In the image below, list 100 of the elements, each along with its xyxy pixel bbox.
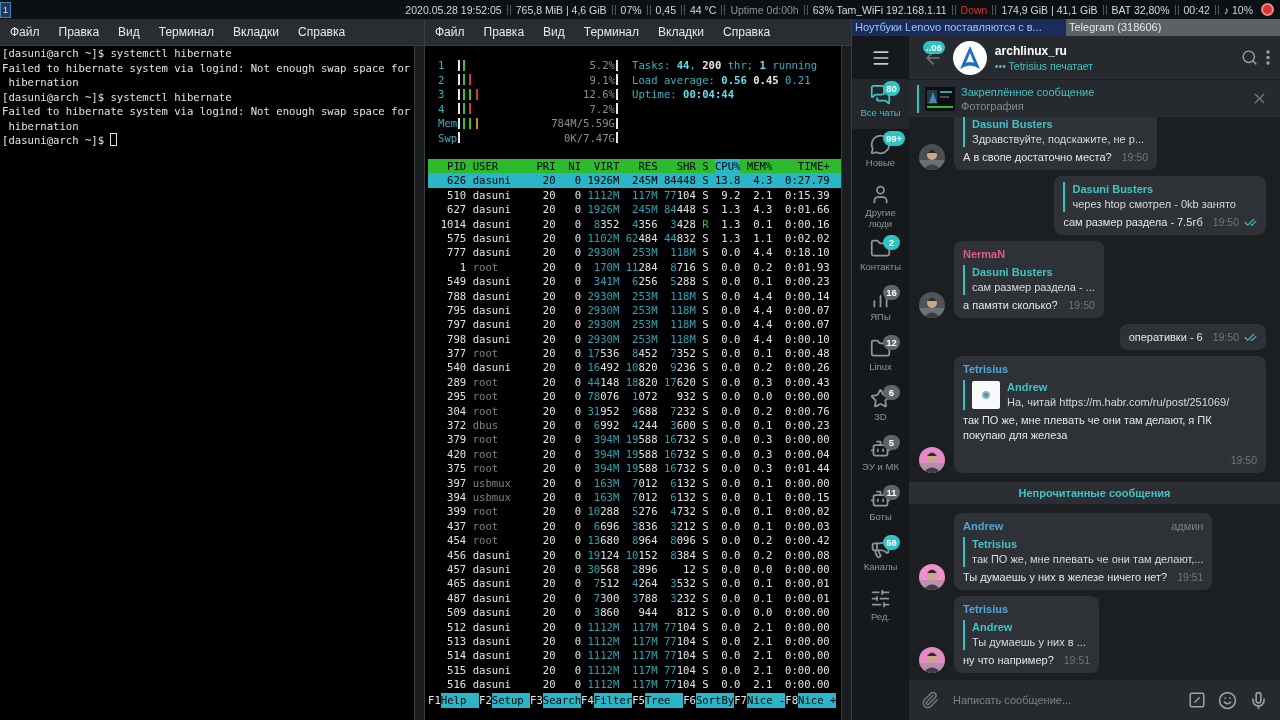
- reply-quote[interactable]: Andrew На, читай https://m.habr.com/ru/post/251069/: [963, 380, 1257, 410]
- function-key-button[interactable]: Nice +: [798, 693, 837, 708]
- sender-name[interactable]: Andrew: [963, 519, 1004, 534]
- menu-item[interactable]: Терминал: [583, 25, 640, 39]
- process-row[interactable]: 379 root 20 0 394M 19588 16732 S 0.0 0.3 0:00.00: [428, 432, 841, 447]
- folder-item[interactable]: Ред.: [852, 583, 909, 633]
- function-key-button[interactable]: Search: [542, 693, 582, 708]
- menu-item[interactable]: Правка: [58, 25, 100, 39]
- column-header[interactable]: PRI: [536, 159, 556, 174]
- reply-quote[interactable]: Dasuni Busters через htop смотрел - 0kb занято: [1063, 182, 1257, 212]
- menu-item[interactable]: Файл: [10, 25, 40, 39]
- function-key-button[interactable]: Nice -: [747, 693, 786, 708]
- sender-name[interactable]: Tetrisius: [963, 602, 1009, 617]
- column-header[interactable]: CPU%: [714, 159, 741, 174]
- folder-item[interactable]: 11 Боты: [852, 483, 909, 533]
- process-row[interactable]: 456 dasuni 20 0 19124 10152 8384 S 0.0 0.2 0:00.08: [428, 547, 841, 562]
- process-row[interactable]: 513 dasuni 20 0 1112M 117M 77104 S 0.0 2.1 0:00.00: [428, 633, 841, 649]
- process-row[interactable]: 512 dasuni 20 0 1112M 117M 77104 S 0.0 2.1 0:00.00: [428, 619, 841, 634]
- process-row[interactable]: 627 dasuni 20 0 1926M 245M 84448 S 1.3 4.3 0:01.66: [428, 202, 841, 217]
- function-key-button[interactable]: Setup: [491, 693, 531, 708]
- column-header[interactable]: PID: [434, 159, 467, 174]
- folder-item[interactable]: 16 ЯПы: [852, 283, 909, 333]
- window-tab[interactable]: Telegram (318606): [1066, 19, 1280, 36]
- process-row[interactable]: 457 dasuni 20 0 30568 2896 12 S 0.0 0.0 0:00.00: [428, 561, 841, 577]
- reply-quote[interactable]: Tetrisius так ПО же, мне плевать че они там делают,...: [963, 537, 1204, 567]
- process-row[interactable]: 372 dbus 20 0 6992 4244 3600 S 0.0 0.1 0:00.23: [428, 418, 841, 433]
- message-bubble[interactable]: NermaN Dasuni Busters сам размер раздела - ... а памяти сколько? 19:50: [954, 241, 1104, 318]
- process-row[interactable]: 540 dasuni 20 0 16492 10820 9236 S 0.0 0.2 0:00.26: [428, 360, 841, 375]
- menu-item[interactable]: Справка: [298, 25, 346, 39]
- process-row[interactable]: 1 root 20 0 170M 11284 8716 S 0.0 0.2 0:01.93: [428, 259, 841, 275]
- window-tab[interactable]: Ноутбуки Lenovo поставляются с в...: [852, 19, 1066, 36]
- process-row[interactable]: 797 dasuni 20 0 2930M 253M 118M S 0.0 4.4 0:00.07: [428, 317, 841, 332]
- column-header[interactable]: SHR: [663, 159, 696, 174]
- process-row[interactable]: 465 dasuni 20 0 7512 4264 3532 S 0.0 0.1 0:00.01: [428, 576, 841, 591]
- folder-item[interactable]: 12 Linux: [852, 333, 909, 383]
- menu-item[interactable]: Вкладки: [658, 25, 705, 39]
- sender-name[interactable]: NermaN: [963, 247, 1006, 262]
- menu-item[interactable]: Вид: [118, 25, 140, 39]
- process-row[interactable]: 510 dasuni 20 0 1112M 117M 77104 S 9.2 2.1 0:15.39: [428, 187, 841, 203]
- message-bubble[interactable]: Dasuni Busters Здравствуйте, подскажите, не р... А в свопе достаточно места? 19:50: [954, 117, 1157, 170]
- process-row[interactable]: 437 root 20 0 6696 3836 3212 S 0.0 0.1 0:00.03: [428, 518, 841, 534]
- process-row[interactable]: 795 dasuni 20 0 2930M 253M 118M S 0.0 4.4 0:00.07: [428, 302, 841, 318]
- folder-item[interactable]: 6 3D: [852, 383, 909, 433]
- folder-item[interactable]: Другие люди: [852, 179, 909, 233]
- search-button[interactable]: [1241, 49, 1258, 66]
- workspace-indicator[interactable]: 1: [0, 1, 11, 18]
- menu-item[interactable]: Справка: [723, 25, 771, 39]
- process-row[interactable]: 788 dasuni 20 0 2930M 253M 118M S 0.0 4.4 0:00.14: [428, 288, 841, 303]
- folder-item[interactable]: 5 ЭУ и МК: [852, 433, 909, 483]
- reply-quote[interactable]: Andrew Ты думаешь у них в ...: [963, 620, 1091, 650]
- process-row[interactable]: 626 dasuni 20 0 1926M 245M 84448 S 13.8 4.3 0:27.79: [428, 173, 841, 188]
- process-row[interactable]: 454 root 20 0 13680 8964 8096 S 0.0 0.2 0:00.42: [428, 533, 841, 548]
- process-row[interactable]: 549 dasuni 20 0 341M 6256 5288 S 0.0 0.1 0:00.23: [428, 274, 841, 289]
- function-key-button[interactable]: Tree: [644, 693, 684, 708]
- column-header[interactable]: USER: [472, 159, 530, 174]
- column-header[interactable]: RES: [625, 159, 658, 174]
- attach-button[interactable]: [921, 691, 939, 709]
- process-row[interactable]: 304 root 20 0 31952 9688 7232 S 0.0 0.2 0:00.76: [428, 403, 841, 419]
- process-row[interactable]: 377 root 20 0 17536 8452 7352 S 0.0 0.1 0:00.48: [428, 346, 841, 361]
- commands-button[interactable]: [1188, 691, 1206, 709]
- process-row[interactable]: 397 usbmux 20 0 163M 7012 6132 S 0.0 0.1 0:00.00: [428, 475, 841, 490]
- message-bubble[interactable]: Tetrisius Andrew На, читай https://m.habr.com/ru/post/251069/ так ПО же, мне плевать че они там делают, я ПК покупаю для железа 19:50: [954, 356, 1266, 473]
- function-key-button[interactable]: SortBy: [695, 693, 735, 708]
- process-row[interactable]: 777 dasuni 20 0 2930M 253M 118M S 0.0 4.4 0:18.10: [428, 245, 841, 260]
- folder-item[interactable]: 2 Контакты: [852, 233, 909, 283]
- message-bubble[interactable]: оперативки - 6 19:50: [1119, 324, 1266, 350]
- column-header[interactable]: S: [702, 159, 709, 174]
- process-row[interactable]: 375 root 20 0 394M 19588 16732 S 0.0 0.3 0:01.44: [428, 461, 841, 476]
- menu-item[interactable]: Файл: [435, 25, 465, 39]
- menu-item[interactable]: Вид: [543, 25, 565, 39]
- process-row[interactable]: 516 dasuni 20 0 1112M 117M 77104 S 0.0 2.1 0:00.00: [428, 677, 841, 692]
- message-bubble[interactable]: Dasuni Busters через htop смотрел - 0kb занято сам размер раздела - 7.5гб 19:50: [1054, 176, 1266, 235]
- process-row[interactable]: 515 dasuni 20 0 1112M 117M 77104 S 0.0 2.1 0:00.00: [428, 662, 841, 678]
- process-row[interactable]: 509 dasuni 20 0 3860 944 812 S 0.0 0.0 0:00.00: [428, 605, 841, 620]
- process-row[interactable]: 394 usbmux 20 0 163M 7012 6132 S 0.0 0.1 0:00.15: [428, 490, 841, 505]
- folder-item[interactable]: 80 Все чаты: [852, 79, 909, 129]
- column-header[interactable]: NI: [561, 159, 581, 174]
- scrollbar[interactable]: [841, 46, 851, 720]
- scrollbar[interactable]: [414, 46, 424, 720]
- emoji-button[interactable]: [1218, 690, 1237, 710]
- process-row[interactable]: 575 dasuni 20 0 1102M 62484 44832 S 1.3 1.1 0:02.02: [428, 230, 841, 246]
- process-row[interactable]: 289 root 20 0 44148 18820 17620 S 0.0 0.3 0:00.43: [428, 374, 841, 390]
- sender-name[interactable]: Tetrisius: [963, 362, 1009, 377]
- process-row[interactable]: 1014 dasuni 20 0 8352 4356 3428 R 1.3 0.1 0:00.16: [428, 216, 841, 231]
- process-row[interactable]: 514 dasuni 20 0 1112M 117M 77104 S 0.0 2.1 0:00.00: [428, 648, 841, 663]
- folder-item[interactable]: 99+ Новые: [852, 129, 909, 179]
- process-row[interactable]: 295 root 20 0 78076 1072 932 S 0.0 0.0 0:00.00: [428, 389, 841, 404]
- column-header[interactable]: MEM%: [746, 159, 773, 174]
- reply-quote[interactable]: Dasuni Busters Здравствуйте, подскажите, не р...: [963, 117, 1148, 147]
- menu-item[interactable]: Вкладки: [233, 25, 280, 39]
- process-row[interactable]: 798 dasuni 20 0 2930M 253M 118M S 0.0 4.4 0:00.10: [428, 331, 841, 347]
- process-row[interactable]: 399 root 20 0 10288 5276 4732 S 0.0 0.1 0:00.02: [428, 504, 841, 519]
- microphone-button[interactable]: [1249, 690, 1268, 710]
- reply-quote[interactable]: Dasuni Busters сам размер раздела - ...: [963, 265, 1095, 295]
- message-bubble[interactable]: Tetrisius Andrew Ты думаешь у них в ... ну что например? 19:51: [954, 596, 1100, 673]
- tray-icon[interactable]: [1261, 3, 1274, 16]
- process-row[interactable]: 420 root 20 0 394M 19588 16732 S 0.0 0.3 0:00.04: [428, 446, 841, 462]
- folder-item[interactable]: 56 Каналы: [852, 533, 909, 583]
- column-header[interactable]: TIME+: [778, 159, 830, 174]
- message-bubble[interactable]: Andrew админ Tetrisius так ПО же, мне плевать че они там делают,... Ты думаешь у них в железе ничего нет? 19:51: [954, 513, 1213, 590]
